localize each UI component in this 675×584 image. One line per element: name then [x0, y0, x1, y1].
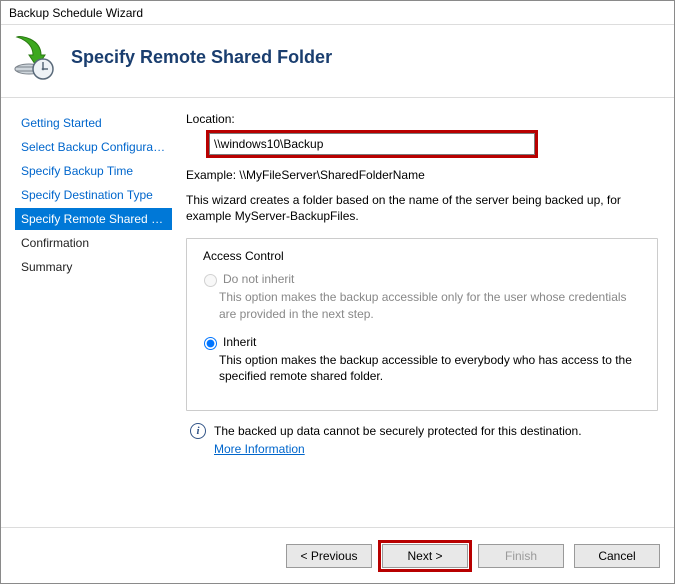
sidebar-item-specify-destination-type[interactable]: Specify Destination Type	[15, 184, 172, 206]
location-example: Example: \\MyFileServer\SharedFolderName	[186, 168, 658, 182]
wizard-sidebar: Getting Started Select Backup Configurat…	[1, 98, 176, 526]
location-input[interactable]	[209, 133, 535, 155]
cancel-button[interactable]: Cancel	[574, 544, 660, 568]
sidebar-item-summary[interactable]: Summary	[15, 256, 172, 278]
window-title: Backup Schedule Wizard	[1, 1, 674, 25]
next-button[interactable]: Next >	[382, 544, 468, 568]
info-text-block: The backed up data cannot be securely pr…	[214, 423, 582, 457]
access-control-legend: Access Control	[199, 249, 288, 263]
wizard-body: Getting Started Select Backup Configurat…	[1, 98, 674, 526]
info-icon: i	[190, 423, 206, 439]
sidebar-item-select-backup-config[interactable]: Select Backup Configurat...	[15, 136, 172, 158]
sidebar-item-specify-remote-shared-folder[interactable]: Specify Remote Shared F...	[15, 208, 172, 230]
radio-do-not-inherit-row: Do not inherit	[199, 271, 645, 287]
wizard-content: Location: Example: \\MyFileServer\Shared…	[176, 98, 674, 526]
sidebar-item-getting-started[interactable]: Getting Started	[15, 112, 172, 134]
radio-do-not-inherit-label: Do not inherit	[223, 272, 294, 286]
more-information-link[interactable]: More Information	[214, 441, 305, 457]
sidebar-item-label: Summary	[21, 260, 72, 274]
sidebar-item-label: Specify Backup Time	[21, 164, 133, 178]
radio-do-not-inherit-desc: This option makes the backup accessible …	[219, 289, 645, 321]
access-control-group: Access Control Do not inherit This optio…	[186, 238, 658, 411]
previous-button[interactable]: < Previous	[286, 544, 372, 568]
radio-do-not-inherit	[204, 274, 217, 287]
page-title: Specify Remote Shared Folder	[71, 47, 332, 68]
location-highlight-box	[206, 130, 538, 158]
radio-inherit-desc: This option makes the backup accessible …	[219, 352, 645, 384]
sidebar-item-label: Getting Started	[21, 116, 102, 130]
sidebar-item-label: Confirmation	[21, 236, 89, 250]
backup-wizard-icon	[11, 33, 59, 81]
wizard-window: Backup Schedule Wizard Specify Remote Sh…	[0, 0, 675, 584]
finish-button: Finish	[478, 544, 564, 568]
radio-inherit-label: Inherit	[223, 335, 256, 349]
location-label: Location:	[186, 112, 658, 126]
wizard-footer: < Previous Next > Finish Cancel	[1, 527, 674, 583]
location-description: This wizard creates a folder based on th…	[186, 192, 658, 224]
sidebar-item-label: Select Backup Configurat...	[21, 140, 166, 154]
wizard-header: Specify Remote Shared Folder	[1, 25, 674, 98]
sidebar-item-label: Specify Destination Type	[21, 188, 153, 202]
sidebar-item-specify-backup-time[interactable]: Specify Backup Time	[15, 160, 172, 182]
radio-inherit-row: Inherit	[199, 334, 645, 350]
info-row: i The backed up data cannot be securely …	[186, 423, 658, 457]
info-text: The backed up data cannot be securely pr…	[214, 424, 582, 438]
radio-inherit[interactable]	[204, 337, 217, 350]
sidebar-item-label: Specify Remote Shared F...	[21, 212, 167, 226]
sidebar-item-confirmation[interactable]: Confirmation	[15, 232, 172, 254]
